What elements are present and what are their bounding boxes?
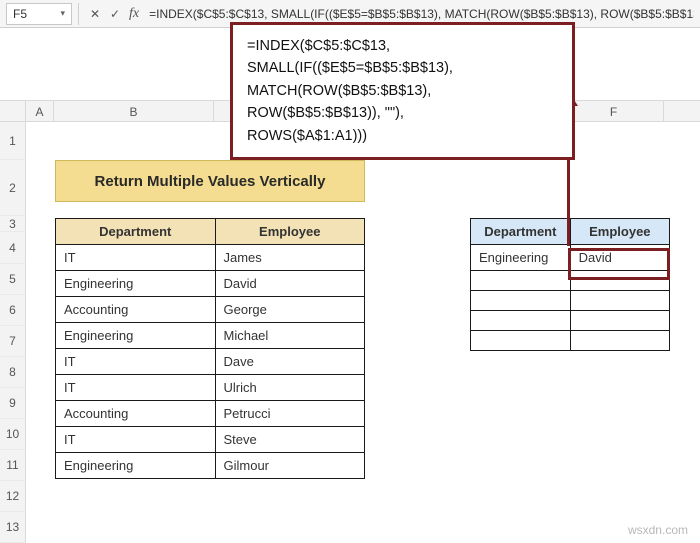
cell-dept[interactable]: IT (56, 375, 216, 401)
table-row: AccountingPetrucci (56, 401, 365, 427)
lookup-dept[interactable]: Engineering (471, 245, 571, 271)
cell-emp[interactable]: Ulrich (215, 375, 365, 401)
cell-dept[interactable]: IT (56, 245, 216, 271)
name-box-dropdown-icon[interactable]: ▾ (60, 8, 65, 19)
cell-emp[interactable]: David (215, 271, 365, 297)
enter-icon[interactable]: ✓ (105, 7, 125, 21)
lookup-emp[interactable]: David (570, 245, 669, 271)
row-header-13[interactable]: 13 (0, 512, 26, 543)
col-header-B[interactable]: B (54, 101, 214, 121)
cell-dept[interactable]: Accounting (56, 297, 216, 323)
cell-emp[interactable]: James (215, 245, 365, 271)
table-row: ITDave (56, 349, 365, 375)
callout-line-2: MATCH(ROW($B$5:$B$13), ROW($B$5:$B$13)),… (247, 80, 558, 125)
row-header-1[interactable]: 1 (0, 122, 26, 160)
cell-emp[interactable]: Dave (215, 349, 365, 375)
table-row (471, 271, 670, 291)
cell-dept[interactable]: Accounting (56, 401, 216, 427)
lookup-emp[interactable] (570, 271, 669, 291)
row-header-8[interactable]: 8 (0, 357, 26, 388)
col-header-F[interactable]: F (564, 101, 664, 121)
lookup-dept[interactable] (471, 271, 571, 291)
row-header-2[interactable]: 2 (0, 160, 26, 216)
row-header-12[interactable]: 12 (0, 481, 26, 512)
cell-dept[interactable]: Engineering (56, 453, 216, 479)
main-data-table: Department Employee ITJames EngineeringD… (55, 218, 365, 479)
table-row: AccountingGeorge (56, 297, 365, 323)
cell-dept[interactable]: Engineering (56, 323, 216, 349)
table-row (471, 291, 670, 311)
cell-emp[interactable]: George (215, 297, 365, 323)
row-header-4[interactable]: 4 (0, 232, 26, 264)
row-header-6[interactable]: 6 (0, 295, 26, 326)
table-row: EngineeringDavid (56, 271, 365, 297)
callout-line-1: =INDEX($C$5:$C$13, SMALL(IF(($E$5=$B$5:$… (247, 35, 558, 80)
page-title-text: Return Multiple Values Vertically (95, 173, 326, 190)
cell-emp[interactable]: Gilmour (215, 453, 365, 479)
table-row (471, 331, 670, 351)
lookup-dept[interactable] (471, 291, 571, 311)
table-row (471, 311, 670, 331)
formula-callout: =INDEX($C$5:$C$13, SMALL(IF(($E$5=$B$5:$… (230, 22, 575, 160)
row-header-11[interactable]: 11 (0, 450, 26, 481)
lookup-dept[interactable] (471, 331, 571, 351)
lookup-head-department: Department (471, 219, 571, 245)
table-row: ITSteve (56, 427, 365, 453)
name-box[interactable]: F5 ▾ (6, 3, 72, 25)
lookup-head-employee: Employee (570, 219, 669, 245)
cell-emp[interactable]: Petrucci (215, 401, 365, 427)
table-row: EngineeringMichael (56, 323, 365, 349)
lookup-dept[interactable] (471, 311, 571, 331)
col-header-A[interactable]: A (26, 101, 54, 121)
name-box-text: F5 (13, 7, 60, 21)
cell-emp[interactable]: Steve (215, 427, 365, 453)
divider (78, 3, 79, 25)
cell-dept[interactable]: IT (56, 427, 216, 453)
watermark: wsxdn.com (628, 523, 688, 537)
main-head-department: Department (56, 219, 216, 245)
cell-dept[interactable]: IT (56, 349, 216, 375)
row-header-5[interactable]: 5 (0, 264, 26, 295)
cancel-icon[interactable]: ✕ (85, 7, 105, 21)
row-header-3[interactable]: 3 (0, 216, 26, 232)
table-row: ITJames (56, 245, 365, 271)
row-header-7[interactable]: 7 (0, 326, 26, 357)
page-title: Return Multiple Values Vertically (55, 160, 365, 202)
main-head-employee: Employee (215, 219, 365, 245)
table-row: EngineeringGilmour (56, 453, 365, 479)
formula-input[interactable]: =INDEX($C$5:$C$13, SMALL(IF(($E$5=$B$5:$… (143, 7, 694, 21)
lookup-emp[interactable] (570, 291, 669, 311)
lookup-emp[interactable] (570, 311, 669, 331)
cell-dept[interactable]: Engineering (56, 271, 216, 297)
row-header-10[interactable]: 10 (0, 419, 26, 450)
callout-line-3: ROWS($A$1:A1))) (247, 125, 558, 147)
row-header-9[interactable]: 9 (0, 388, 26, 419)
select-all-corner[interactable] (0, 101, 26, 121)
table-row: ITUlrich (56, 375, 365, 401)
lookup-emp[interactable] (570, 331, 669, 351)
fx-icon[interactable]: fx (125, 6, 143, 22)
cell-emp[interactable]: Michael (215, 323, 365, 349)
